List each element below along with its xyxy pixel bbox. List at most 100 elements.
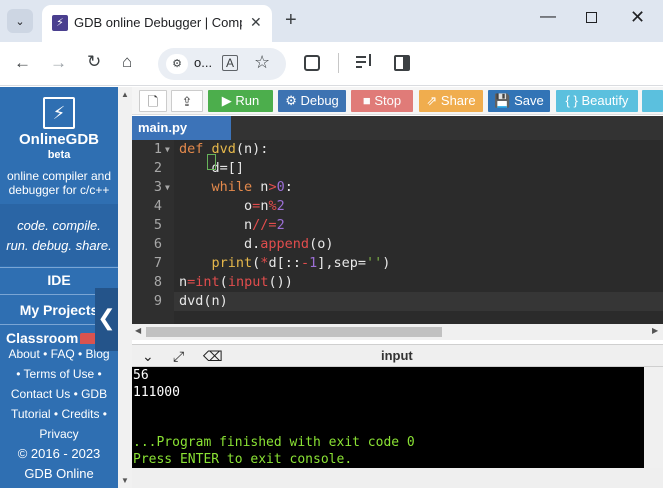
console-scrollbar[interactable] (644, 367, 663, 468)
tab-search-button[interactable]: ⌄ (7, 9, 33, 33)
line-number: 7 (153, 255, 162, 271)
upload-icon: ⇪ (181, 94, 193, 109)
string: '' (366, 255, 383, 271)
star-icon[interactable]: ☆ (254, 52, 270, 73)
console-line: 56 (133, 368, 149, 383)
debug-button[interactable]: ⚙ Debug (278, 90, 346, 112)
address-bar[interactable]: ⚙ o... A ☆ (158, 48, 286, 80)
nav-ide[interactable]: IDE (0, 272, 118, 288)
number: 1 (309, 255, 318, 271)
tab-title: GDB online Debugger | Compi (74, 15, 242, 30)
run-button[interactable]: ▶ Run (208, 90, 273, 112)
upload-button[interactable]: ⇪ (171, 90, 203, 112)
collapse-sidebar-icon[interactable]: ❮ (95, 288, 118, 351)
onlinegdb-sidebar: ⚡ OnlineGDB beta online compiler and deb… (0, 87, 118, 488)
code-text: d. (244, 236, 261, 252)
scroll-right-icon[interactable]: ▶ (652, 326, 658, 335)
footer-links-tutorial-credits[interactable]: Tutorial • Credits • (0, 407, 118, 421)
number: 0 (276, 179, 285, 195)
operator: % (268, 198, 277, 214)
onlinegdb-logo-icon[interactable]: ⚡ (43, 97, 75, 129)
sidepanel-icon[interactable] (394, 55, 410, 71)
line-number: 8 (153, 274, 162, 290)
translate-icon[interactable]: A (222, 55, 238, 71)
footer-link-privacy[interactable]: Privacy (0, 427, 118, 441)
code-text: n (179, 274, 188, 290)
line-number: 9 (153, 293, 162, 309)
new-tab-button[interactable]: + (285, 9, 297, 31)
maximize-icon[interactable] (586, 12, 597, 23)
console-output[interactable]: 56 111000 ...Program finished with exit … (132, 367, 644, 468)
function-name: input (227, 274, 269, 290)
code-line-9: dvd(n) (179, 293, 228, 309)
browser-tab-bar: ⌄ ⚡ GDB online Debugger | Compi ✕ + — ✕ (0, 0, 663, 42)
divider (0, 267, 118, 268)
code-line-4: o=n%2 (179, 197, 285, 216)
code-line-7: print(*d[::-1],sep='') (179, 254, 391, 273)
active-line-highlight (174, 292, 663, 311)
toolbar-divider (338, 53, 339, 73)
scroll-left-icon[interactable]: ◀ (135, 326, 141, 335)
new-file-button[interactable]: 🗋 (139, 90, 167, 112)
back-icon[interactable]: ← (14, 53, 31, 73)
reload-icon[interactable]: ↻ (87, 52, 101, 72)
media-icon[interactable] (356, 54, 374, 70)
fold-arrow-icon[interactable]: ▼ (165, 140, 170, 159)
operator: //= (252, 217, 277, 233)
page-scrollbar[interactable] (118, 87, 132, 488)
console-header: ⌄ ⤢ ⌫ input (132, 344, 663, 367)
function-name: int (195, 274, 220, 290)
code-text: ( (219, 274, 228, 290)
editor-horizontal-scrollbar[interactable]: ◀ ▶ (132, 324, 663, 340)
line-number: 5 (153, 217, 162, 233)
keyword: def (179, 141, 204, 157)
fold-arrow-icon[interactable]: ▼ (165, 178, 170, 197)
code-text: (n): (235, 141, 269, 157)
minimize-icon[interactable]: — (540, 8, 556, 26)
code-line-1: def dvd(n): (179, 140, 268, 159)
stop-button[interactable]: ■ Stop (351, 90, 413, 112)
browser-toolbar: ← → ↻ ⌂ ⚙ o... A ☆ (0, 42, 663, 86)
extensions-icon[interactable] (304, 55, 320, 71)
chevron-down-icon[interactable]: ⌄ (142, 348, 154, 365)
code-text: (o) (309, 236, 334, 252)
code-text: ) (382, 255, 391, 271)
console-line: Press ENTER to exit console. (133, 452, 353, 467)
line-number: 3 (153, 179, 162, 195)
method-name: append (260, 236, 310, 252)
home-icon[interactable]: ⌂ (122, 52, 132, 72)
bracket-match-highlight (207, 154, 216, 170)
copyright: © 2016 - 2023 (17, 446, 101, 461)
console-footer (132, 468, 663, 488)
browser-tab[interactable]: ⚡ GDB online Debugger | Compi ✕ (42, 5, 272, 42)
console-line: 111000 (133, 385, 180, 400)
function-name: print (211, 255, 253, 271)
console-line: ...Program finished with exit code 0 (133, 435, 415, 450)
scroll-down-icon[interactable]: ▼ (121, 476, 129, 485)
code-line-6: d.append(o) (179, 235, 333, 254)
operator: - (300, 255, 310, 271)
url-text[interactable]: o... (194, 55, 212, 70)
save-button[interactable]: 💾 Save (488, 90, 550, 112)
more-button[interactable] (642, 90, 663, 112)
expand-icon[interactable]: ⤢ (173, 348, 184, 365)
file-tab-main-py[interactable]: main.py (132, 116, 231, 140)
share-button[interactable]: ⇗ Share (419, 90, 483, 112)
site-info-icon[interactable]: ⚙ (166, 54, 188, 74)
code-line-5: n//=2 (179, 216, 285, 235)
line-number: 1 (153, 141, 162, 157)
beautify-button[interactable]: { } Beautify (556, 90, 638, 112)
tagline-panel (0, 204, 118, 266)
ide-toolbar: 🗋 ⇪ ▶ Run ⚙ Debug ■ Stop ⇗ Share 💾 Save … (132, 87, 663, 115)
close-window-icon[interactable]: ✕ (630, 7, 645, 28)
footer-links-contact-gdb[interactable]: Contact Us • GDB (0, 387, 118, 401)
footer-link-terms[interactable]: • Terms of Use • (0, 367, 118, 381)
operator: > (268, 179, 277, 195)
brand-name[interactable]: OnlineGDB (0, 131, 118, 148)
scrollbar-thumb[interactable] (146, 327, 442, 337)
chevron-down-icon: ⌄ (15, 15, 25, 28)
close-tab-icon[interactable]: ✕ (250, 14, 262, 31)
scroll-up-icon[interactable]: ▲ (121, 90, 129, 99)
clear-console-icon[interactable]: ⌫ (203, 348, 223, 365)
forward-icon[interactable]: → (50, 53, 67, 73)
